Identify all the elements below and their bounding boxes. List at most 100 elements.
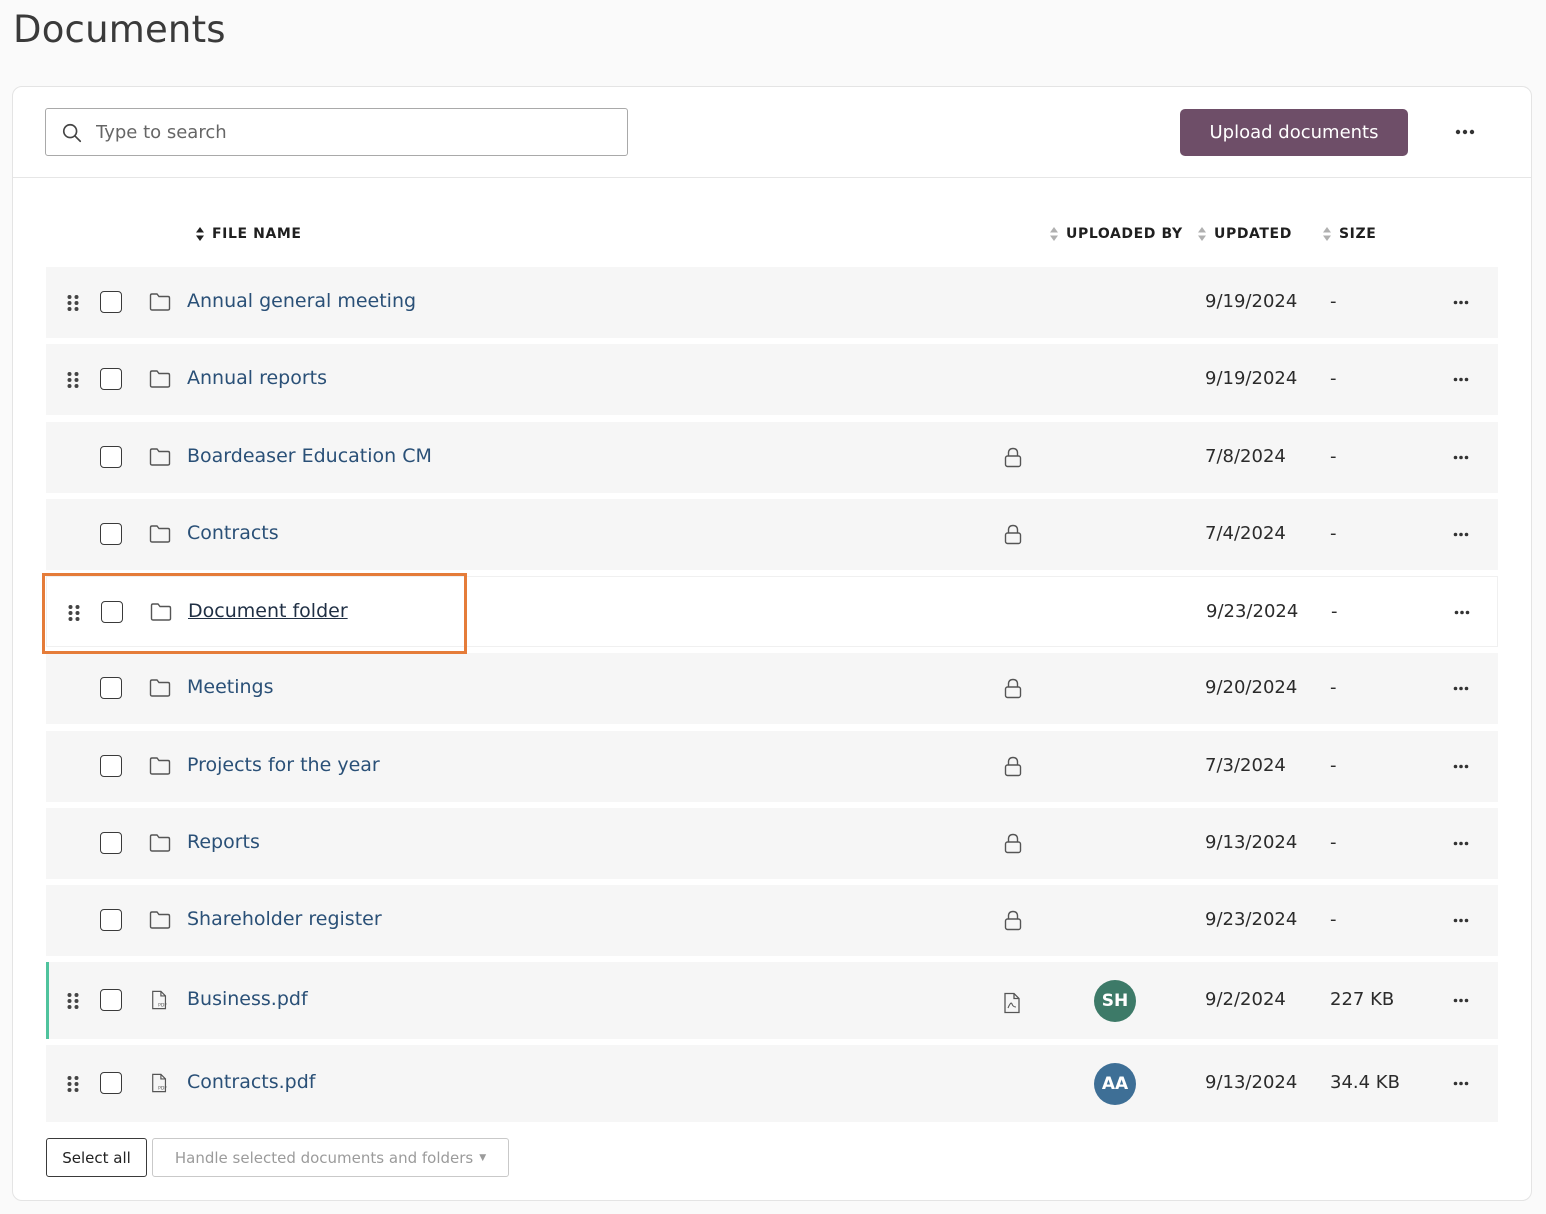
select-all-button[interactable]: Select all — [46, 1138, 147, 1177]
updated-date: 7/4/2024 — [1205, 523, 1286, 544]
row-more-options-icon[interactable] — [1448, 910, 1474, 930]
column-header-updated-label: UPDATED — [1214, 226, 1292, 242]
row-more-options-icon[interactable] — [1448, 292, 1474, 312]
file-size: - — [1330, 909, 1337, 930]
search-input[interactable] — [96, 118, 616, 146]
table-row[interactable]: PDF Business.pdf SH 9/2/2024 227 KB — [46, 962, 1498, 1039]
column-header-file-name[interactable]: FILE NAME — [195, 226, 302, 242]
file-size: 34.4 KB — [1330, 1072, 1400, 1093]
drag-handle-icon[interactable] — [66, 371, 80, 389]
row-more-options-icon[interactable] — [1448, 833, 1474, 853]
row-more-options-icon[interactable] — [1448, 990, 1474, 1010]
more-options-icon[interactable] — [1450, 117, 1480, 147]
row-checkbox[interactable] — [100, 989, 122, 1011]
file-size: 227 KB — [1330, 989, 1395, 1010]
file-name-link[interactable]: Boardeaser Education CM — [187, 445, 432, 467]
table-row[interactable]: Meetings 9/20/2024 - — [46, 653, 1498, 724]
sort-icon — [1198, 227, 1206, 241]
svg-text:PDF: PDF — [158, 1002, 167, 1008]
upload-documents-button[interactable]: Upload documents — [1180, 109, 1408, 156]
file-name-link[interactable]: Reports — [187, 831, 260, 853]
sort-icon — [1323, 227, 1331, 241]
lock-icon — [1004, 678, 1022, 699]
file-name-link[interactable]: Meetings — [187, 676, 274, 698]
file-name-link[interactable]: Contracts — [187, 522, 279, 544]
file-name-link[interactable]: Contracts.pdf — [187, 1071, 315, 1093]
row-checkbox[interactable] — [100, 523, 122, 545]
file-size: - — [1330, 291, 1337, 312]
file-name-link[interactable]: Annual reports — [187, 367, 327, 389]
row-more-options-icon[interactable] — [1449, 602, 1475, 622]
column-header-updated[interactable]: UPDATED — [1197, 226, 1292, 242]
row-more-options-icon[interactable] — [1448, 756, 1474, 776]
pdf-file-icon: PDF — [152, 1073, 167, 1093]
search-icon — [62, 123, 82, 143]
row-more-options-icon[interactable] — [1448, 369, 1474, 389]
row-checkbox[interactable] — [100, 446, 122, 468]
row-more-options-icon[interactable] — [1448, 524, 1474, 544]
pdf-file-icon: PDF — [152, 990, 167, 1010]
table-row[interactable]: Annual reports 9/19/2024 - — [46, 344, 1498, 415]
updated-date: 9/23/2024 — [1205, 909, 1298, 930]
toolbar: Upload documents — [13, 87, 1531, 178]
column-header-uploaded-by[interactable]: UPLOADED BY — [1049, 226, 1183, 242]
page-title: Documents — [13, 8, 226, 51]
handle-selected-label: Handle selected documents and folders — [174, 1148, 474, 1167]
file-size: - — [1330, 755, 1337, 776]
file-size: - — [1330, 523, 1337, 544]
updated-date: 9/19/2024 — [1205, 368, 1298, 389]
file-name-link[interactable]: Shareholder register — [187, 908, 382, 930]
search-box[interactable] — [45, 108, 628, 156]
row-checkbox[interactable] — [100, 1072, 122, 1094]
table-row[interactable]: Shareholder register 9/23/2024 - — [46, 885, 1498, 956]
file-name-link[interactable]: Projects for the year — [187, 754, 380, 776]
row-more-options-icon[interactable] — [1448, 678, 1474, 698]
table-row[interactable]: Projects for the year 7/3/2024 - — [46, 731, 1498, 802]
drag-handle-icon[interactable] — [66, 992, 80, 1010]
folder-icon — [149, 834, 171, 852]
table-row[interactable]: Boardeaser Education CM 7/8/2024 - — [46, 422, 1498, 493]
drag-handle-icon[interactable] — [66, 1075, 80, 1093]
folder-icon — [149, 370, 171, 388]
updated-date: 9/19/2024 — [1205, 291, 1298, 312]
lock-icon — [1004, 910, 1022, 931]
highlight-box — [42, 573, 467, 654]
updated-date: 9/20/2024 — [1205, 677, 1298, 698]
row-checkbox[interactable] — [100, 755, 122, 777]
row-more-options-icon[interactable] — [1448, 1073, 1474, 1093]
lock-icon — [1004, 524, 1022, 545]
caret-down-icon: ▼ — [479, 1152, 487, 1163]
row-checkbox[interactable] — [100, 909, 122, 931]
lock-icon — [1004, 833, 1022, 854]
column-header-file-name-label: FILE NAME — [212, 226, 302, 242]
file-size: - — [1330, 832, 1337, 853]
handle-selected-dropdown[interactable]: Handle selected documents and folders ▼ — [152, 1138, 509, 1177]
row-checkbox[interactable] — [100, 677, 122, 699]
row-checkbox[interactable] — [100, 832, 122, 854]
table-row[interactable]: PDF Contracts.pdf AA 9/13/2024 34.4 KB — [46, 1045, 1498, 1122]
row-more-options-icon[interactable] — [1448, 447, 1474, 467]
table-row[interactable]: Annual general meeting 9/19/2024 - — [46, 267, 1498, 338]
svg-text:PDF: PDF — [158, 1085, 167, 1091]
avatar: SH — [1094, 980, 1136, 1022]
file-name-link[interactable]: Annual general meeting — [187, 290, 416, 312]
updated-date: 9/23/2024 — [1206, 601, 1299, 622]
lock-icon — [1004, 756, 1022, 777]
table-row[interactable]: Contracts 7/4/2024 - — [46, 499, 1498, 570]
file-size: - — [1330, 677, 1337, 698]
row-checkbox[interactable] — [100, 368, 122, 390]
column-header-uploaded-by-label: UPLOADED BY — [1066, 226, 1183, 242]
avatar: AA — [1094, 1063, 1136, 1105]
drag-handle-icon[interactable] — [66, 294, 80, 312]
file-name-link[interactable]: Business.pdf — [187, 988, 308, 1010]
column-header-size[interactable]: SIZE — [1322, 226, 1376, 242]
row-checkbox[interactable] — [100, 291, 122, 313]
sort-ascending-icon — [196, 227, 204, 241]
updated-date: 7/8/2024 — [1205, 446, 1286, 467]
sort-icon — [1050, 227, 1058, 241]
file-size: - — [1331, 601, 1338, 622]
table-row[interactable]: Reports 9/13/2024 - — [46, 808, 1498, 879]
updated-date: 7/3/2024 — [1205, 755, 1286, 776]
file-size: - — [1330, 446, 1337, 467]
folder-icon — [149, 293, 171, 311]
